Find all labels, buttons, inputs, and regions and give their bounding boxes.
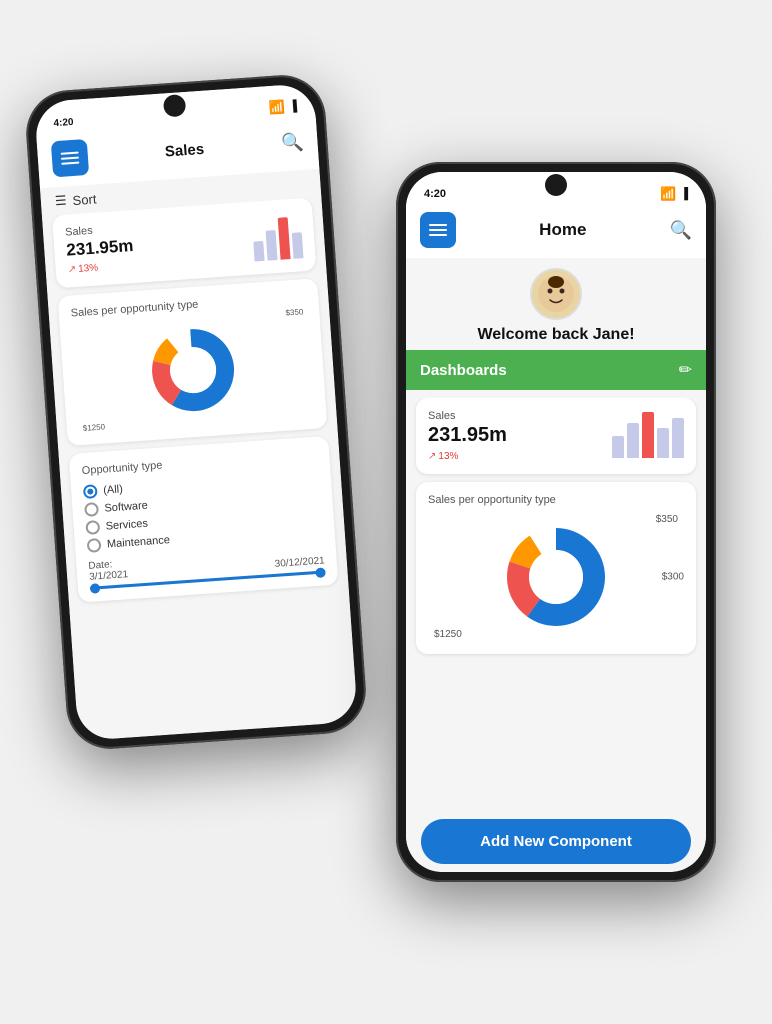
front-sales-card: Sales 231.95m ↗ 13% (416, 398, 696, 474)
back-time: 4:20 (53, 116, 74, 128)
front-dashboards-bar: Dashboards ✏ (406, 350, 706, 390)
scene: 4:20 📶 ▐ Sales 🔍 (26, 32, 746, 992)
front-screen-title: Home (539, 220, 586, 240)
bar-2 (266, 230, 278, 261)
front-phone-screen: 4:20 📶 ▐ Home 🔍 (406, 172, 706, 872)
back-sales-value: 231.95m (66, 236, 134, 261)
front-status-icons: 📶 ▐ (660, 186, 688, 202)
back-slider-thumb-right[interactable] (315, 567, 326, 578)
front-trend-arrow: ↗ (428, 451, 436, 462)
back-donut-chart (145, 322, 241, 418)
front-sales-trend: ↗ 13% (428, 451, 507, 462)
front-label-1250: $1250 (434, 629, 462, 640)
back-radio-software-circle (84, 502, 99, 517)
back-sales-trend: ↗ 13% (67, 260, 135, 276)
front-sales-value: 231.95m (428, 424, 507, 447)
front-avatar (530, 268, 582, 320)
back-radio-services-label: Services (105, 518, 148, 533)
back-radio-services-circle (85, 520, 100, 535)
front-top-bar: Home 🔍 (406, 206, 706, 258)
front-phone: 4:20 📶 ▐ Home 🔍 (396, 162, 716, 882)
back-menu-line-1 (61, 152, 79, 155)
back-radio-software-label: Software (104, 500, 148, 515)
bar-3 (278, 217, 291, 260)
front-scroll-area: Sales 231.95m ↗ 13% (406, 398, 706, 811)
back-menu-line-3 (61, 162, 79, 165)
back-radio-maintenance-circle (87, 538, 102, 553)
bar-1 (253, 241, 264, 262)
front-wifi-icon: 📶 (660, 186, 676, 202)
back-opp-card: Opportunity type (All) Software (69, 436, 339, 603)
back-radio-all-circle (83, 484, 98, 499)
front-bar-2 (627, 423, 639, 458)
back-search-icon[interactable]: 🔍 (280, 131, 304, 154)
front-menu-line-3 (429, 234, 447, 236)
front-trend-value: 13% (438, 451, 458, 462)
back-slider-thumb-left[interactable] (90, 583, 101, 594)
back-label-1250: $1250 (83, 422, 106, 433)
front-dashboards-label: Dashboards (420, 362, 507, 379)
back-status-icons: 📶 ▐ (268, 98, 297, 116)
back-sort-label: Sort (72, 191, 97, 208)
back-radio-maintenance-label: Maintenance (107, 534, 171, 550)
front-search-icon[interactable]: 🔍 (670, 220, 692, 241)
front-edit-icon[interactable]: ✏ (679, 360, 692, 380)
add-new-component-button[interactable]: Add New Component (421, 819, 691, 864)
front-time: 4:20 (424, 188, 446, 200)
front-pie-title: Sales per opportunity type (428, 494, 684, 506)
back-sort-icon: ☰ (54, 193, 67, 210)
front-sales-card-inner: Sales 231.95m ↗ 13% (428, 410, 684, 462)
back-bar-chart (251, 210, 303, 261)
back-trend-value: 13% (78, 262, 99, 274)
back-pie-card: Sales per opportunity type (58, 278, 328, 446)
front-bar-3 (642, 412, 654, 458)
back-label-350: $350 (285, 307, 303, 317)
front-welcome-section: Welcome back Jane! (406, 258, 706, 350)
back-menu-button[interactable] (51, 139, 89, 177)
front-battery-icon: ▐ (680, 188, 688, 200)
back-screen-title: Sales (164, 140, 204, 160)
back-date-from: 3/1/2021 (89, 569, 129, 583)
front-menu-line-2 (429, 229, 447, 231)
front-pie-card: Sales per opportunity type (416, 482, 696, 654)
back-phone-inner: 4:20 📶 ▐ Sales 🔍 (34, 83, 358, 741)
back-radio-list: (All) Software Services (83, 469, 323, 553)
back-sales-text: Sales 231.95m ↗ 13% (65, 222, 135, 276)
bar-4 (292, 232, 304, 259)
front-bar-1 (612, 436, 624, 458)
back-wifi-icon: 📶 (268, 99, 285, 116)
back-sales-card-inner: Sales 231.95m ↗ 13% (65, 210, 304, 275)
front-phone-notch (545, 174, 567, 196)
back-phone-screen: 4:20 📶 ▐ Sales 🔍 (34, 83, 358, 741)
front-menu-button[interactable] (420, 212, 456, 248)
back-phone: 4:20 📶 ▐ Sales 🔍 (23, 72, 368, 751)
front-welcome-text: Welcome back Jane! (477, 326, 634, 344)
front-phone-inner: 4:20 📶 ▐ Home 🔍 (406, 172, 706, 872)
front-bar-5 (672, 418, 684, 458)
back-battery-icon: ▐ (289, 100, 298, 113)
front-bar-4 (657, 428, 669, 458)
front-sales-label: Sales (428, 410, 507, 422)
avatar-face (536, 274, 576, 314)
front-bar-chart (612, 410, 684, 458)
front-label-350: $350 (656, 514, 678, 525)
front-donut-chart (501, 522, 611, 632)
back-radio-all-label: (All) (103, 483, 123, 496)
back-menu-line-2 (61, 157, 79, 160)
front-menu-line-1 (429, 224, 447, 226)
front-sales-text: Sales 231.95m ↗ 13% (428, 410, 507, 462)
back-trend-arrow: ↗ (67, 264, 76, 276)
front-label-300: $300 (662, 572, 684, 583)
back-scroll-area: Sales 231.95m ↗ 13% (42, 197, 358, 741)
